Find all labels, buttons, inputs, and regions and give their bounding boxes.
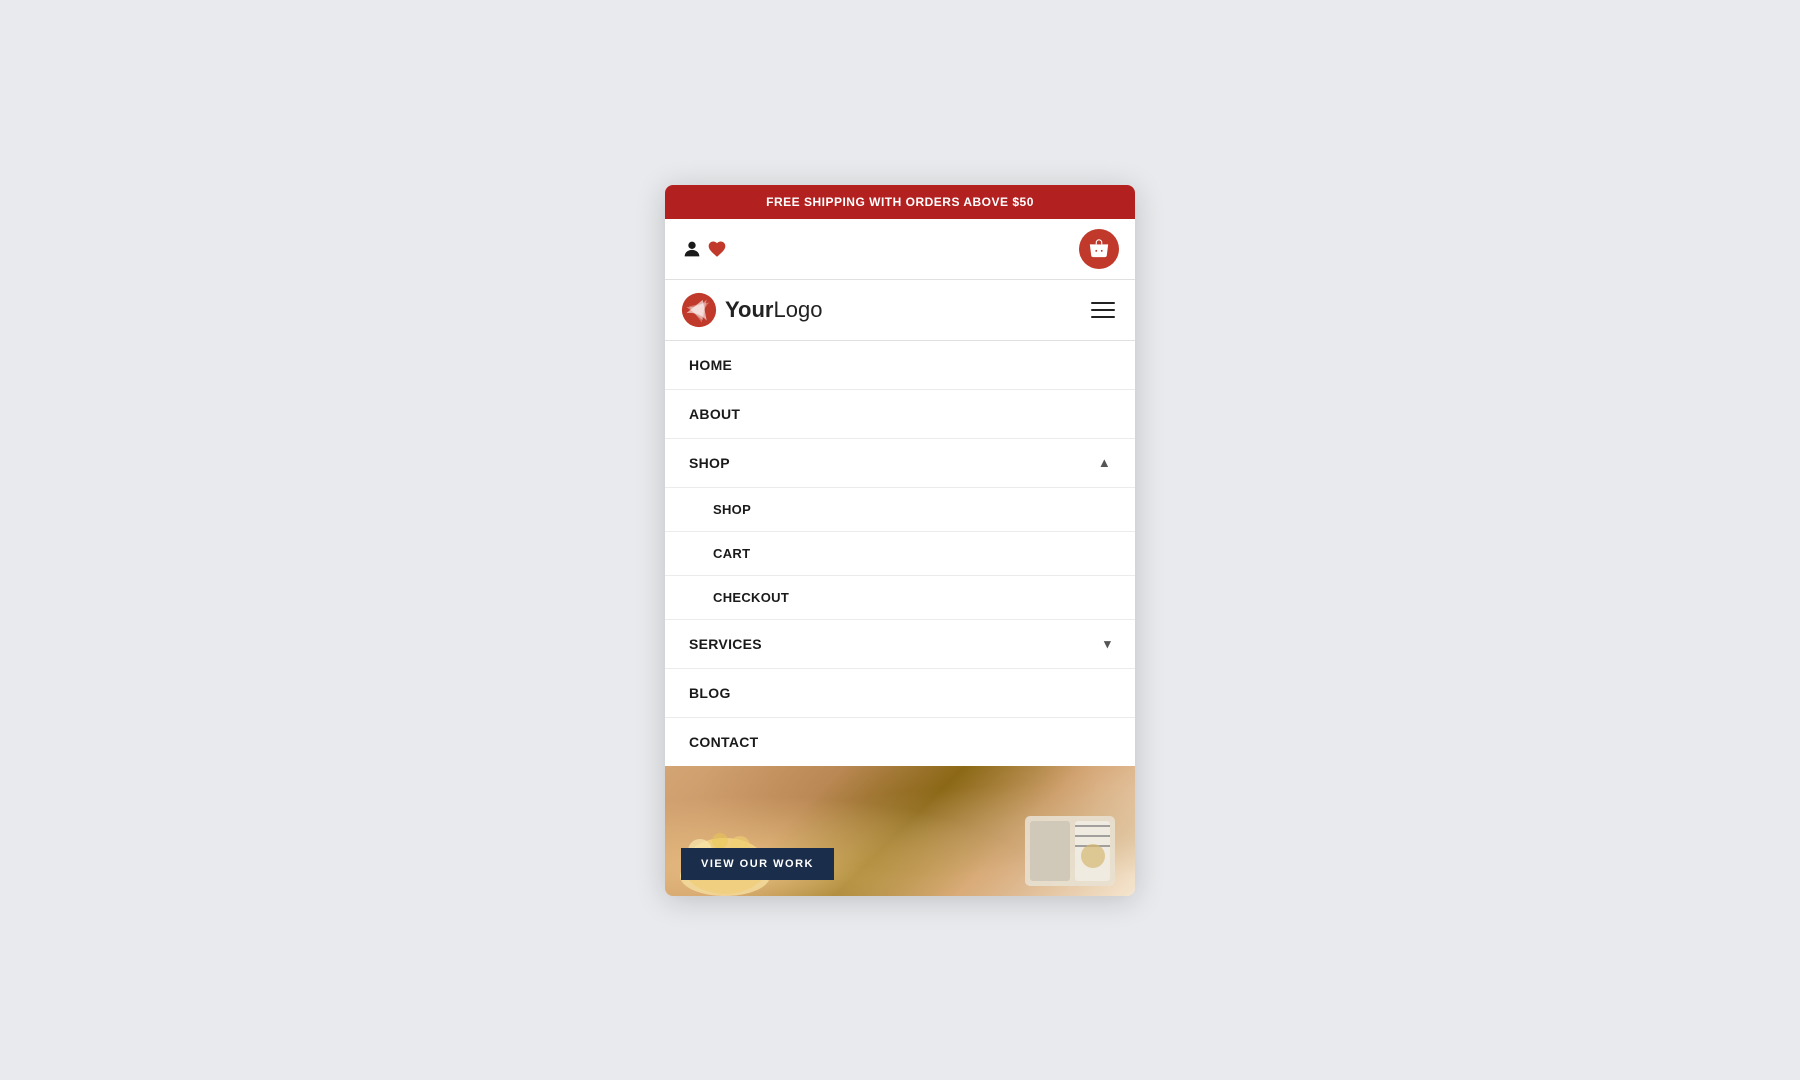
phone-frame: FREE SHIPPING WITH ORDERS ABOVE $50 xyxy=(665,185,1135,896)
nav-label-shop: SHOP xyxy=(689,455,730,471)
hamburger-button[interactable] xyxy=(1087,298,1119,322)
logo-light: Logo xyxy=(773,297,822,322)
view-work-button[interactable]: VIEW OUR WORK xyxy=(681,848,834,880)
utility-bar xyxy=(665,219,1135,280)
logo-area[interactable]: YourLogo xyxy=(681,292,822,328)
nav-item-shop[interactable]: SHOP ▲ xyxy=(665,439,1135,488)
nav-label-about: ABOUT xyxy=(689,406,740,422)
chevron-down-icon: ▾ xyxy=(1104,636,1111,652)
nav-label-contact: CONTACT xyxy=(689,734,759,750)
nav-sub-item-shop[interactable]: SHOP xyxy=(665,488,1135,532)
user-heart-group xyxy=(681,238,727,260)
nav-sub-label-checkout: CHECKOUT xyxy=(713,590,789,605)
hero-image-area: VIEW OUR WORK xyxy=(665,766,1135,896)
logo-text: YourLogo xyxy=(725,297,822,323)
cart-icon xyxy=(1088,238,1110,260)
nav-label-services: SERVICES xyxy=(689,636,762,652)
hamburger-line-3 xyxy=(1091,316,1115,318)
user-icon[interactable] xyxy=(681,238,703,260)
promo-banner: FREE SHIPPING WITH ORDERS ABOVE $50 xyxy=(665,185,1135,219)
view-work-label: VIEW OUR WORK xyxy=(701,858,814,870)
nav-item-services[interactable]: SERVICES ▾ xyxy=(665,620,1135,669)
cart-button[interactable] xyxy=(1079,229,1119,269)
nav-item-home[interactable]: HOME xyxy=(665,341,1135,390)
nav-sub-label-cart: CART xyxy=(713,546,750,561)
logo-bold: Your xyxy=(725,297,773,322)
cushion-right-decoration xyxy=(1015,796,1125,896)
nav-item-contact[interactable]: CONTACT xyxy=(665,718,1135,766)
nav-sub-label-shop: SHOP xyxy=(713,502,751,517)
promo-text: FREE SHIPPING WITH ORDERS ABOVE $50 xyxy=(766,195,1034,209)
nav-sub-item-checkout[interactable]: CHECKOUT xyxy=(665,576,1135,620)
nav-menu: HOME ABOUT SHOP ▲ SHOP CART CHECKOUT SER… xyxy=(665,341,1135,766)
header-bar: YourLogo xyxy=(665,280,1135,341)
nav-item-about[interactable]: ABOUT xyxy=(665,390,1135,439)
hamburger-line-1 xyxy=(1091,302,1115,304)
heart-icon[interactable] xyxy=(707,239,727,259)
chevron-up-icon: ▲ xyxy=(1098,455,1111,470)
nav-label-blog: BLOG xyxy=(689,685,731,701)
nav-sub-item-cart[interactable]: CART xyxy=(665,532,1135,576)
logo-icon xyxy=(681,292,717,328)
nav-label-home: HOME xyxy=(689,357,732,373)
hamburger-line-2 xyxy=(1091,309,1115,311)
nav-item-blog[interactable]: BLOG xyxy=(665,669,1135,718)
